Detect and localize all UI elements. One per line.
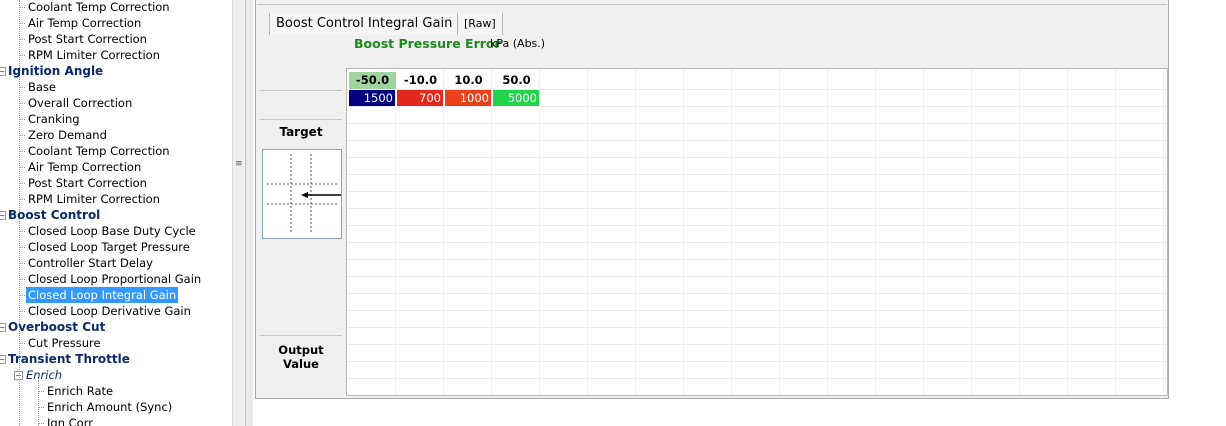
tree-item[interactable]: Closed Loop Derivative Gain <box>26 303 193 319</box>
divider <box>260 335 342 336</box>
grid-row-line <box>347 361 1167 362</box>
tree-item[interactable]: Enrich Amount (Sync) <box>45 399 174 415</box>
grid-col-line <box>1067 69 1068 395</box>
grid-row-line <box>347 327 1167 328</box>
grid-col-line <box>875 69 876 395</box>
grid-col-line <box>1019 69 1020 395</box>
tree-item[interactable]: Base <box>26 79 58 95</box>
column-header[interactable]: 10.0 <box>445 72 492 89</box>
grid-col-line <box>635 69 636 395</box>
mini-graph-plot <box>267 154 341 234</box>
grid-row-line <box>347 157 1167 158</box>
tab-strip: Boost Control Integral Gain [Raw] <box>257 4 1167 35</box>
mini-graph <box>262 149 342 239</box>
grid-row-line <box>347 276 1167 277</box>
tree-item[interactable]: Transient Throttle <box>8 351 130 367</box>
table-side-panel: Target Output Value <box>260 35 344 390</box>
collapse-icon[interactable]: − <box>0 323 6 332</box>
tree-item[interactable]: Ign Corr <box>45 415 95 426</box>
collapse-icon[interactable]: − <box>0 67 6 76</box>
grid-col-line <box>491 69 492 395</box>
grid-col-line <box>1163 69 1164 395</box>
tree-item[interactable]: Overall Correction <box>26 95 134 111</box>
tab-raw[interactable]: [Raw] <box>457 13 503 35</box>
tree-item[interactable]: Closed Loop Base Duty Cycle <box>26 223 198 239</box>
splitter-handle[interactable]: ≡ <box>232 0 246 426</box>
tree-item[interactable]: Air Temp Correction <box>26 15 143 31</box>
tree-item[interactable]: Boost Control <box>8 207 100 223</box>
grid-row-line <box>347 140 1167 141</box>
grid-row-line <box>347 123 1167 124</box>
grid-row-line <box>347 191 1167 192</box>
grid-row-line <box>347 378 1167 379</box>
axis-title: Boost Pressure Error <box>354 36 501 51</box>
divider <box>260 90 342 91</box>
tree-item[interactable]: Post Start Correction <box>26 175 149 191</box>
tree-item[interactable]: Post Start Correction <box>26 31 149 47</box>
column-header[interactable]: -10.0 <box>397 72 444 89</box>
tree-item[interactable]: RPM Limiter Correction <box>26 47 162 63</box>
grid-col-line <box>971 69 972 395</box>
axis-unit: kPa (Abs.) <box>490 37 546 50</box>
grid-row-line <box>347 174 1167 175</box>
grip-icon: ≡ <box>235 159 243 169</box>
tree-item[interactable]: Overboost Cut <box>8 319 105 335</box>
table-cell[interactable]: 1000 <box>445 90 491 106</box>
tree-connector <box>38 380 39 426</box>
grid-row-line <box>347 310 1167 311</box>
grid-row-line <box>347 242 1167 243</box>
table-cell[interactable]: 5000 <box>493 90 539 106</box>
grid-row-line <box>347 293 1167 294</box>
tree-item[interactable]: Controller Start Delay <box>26 255 155 271</box>
grid-col-line <box>587 69 588 395</box>
column-header[interactable]: -50.0 <box>349 72 396 89</box>
column-header[interactable]: 50.0 <box>493 72 540 89</box>
grid-col-line <box>443 69 444 395</box>
grid-col-line <box>923 69 924 395</box>
tree-item[interactable]: Ignition Angle <box>8 63 103 79</box>
grid-row-line <box>347 259 1167 260</box>
collapse-icon[interactable]: − <box>0 211 6 220</box>
tree-item[interactable]: Enrich Rate <box>45 383 115 399</box>
tree-item[interactable]: Zero Demand <box>26 127 109 143</box>
tree-view[interactable]: − − − − − Coolant Temp Correction Air Temp Co… <box>0 0 232 426</box>
tree-item[interactable]: Closed Loop Integral Gain <box>26 287 179 303</box>
table-cell[interactable]: 1500 <box>349 90 395 106</box>
table-grid[interactable]: -50.0 -10.0 10.0 50.0 1500 700 1000 5000 <box>346 68 1168 396</box>
grid-col-line <box>1115 69 1116 395</box>
tree-item[interactable]: Cut Pressure <box>26 335 103 351</box>
grid-row-line <box>347 208 1167 209</box>
grid-row-line <box>347 225 1167 226</box>
grid-row-line <box>347 106 1167 107</box>
tree-item[interactable]: Coolant Temp Correction <box>26 0 172 15</box>
grid-col-line <box>683 69 684 395</box>
tree-item[interactable]: RPM Limiter Correction <box>26 191 162 207</box>
tree-item[interactable]: Cranking <box>26 111 82 127</box>
target-label: Target <box>279 125 323 139</box>
divider <box>260 119 342 120</box>
tree-item[interactable]: Air Temp Correction <box>26 159 143 175</box>
table-cell[interactable]: 700 <box>397 90 443 106</box>
grid-col-line <box>827 69 828 395</box>
tree-item[interactable]: Enrich <box>26 367 62 383</box>
tree-item[interactable]: Closed Loop Proportional Gain <box>26 271 203 287</box>
grid-col-line <box>539 69 540 395</box>
tree-item[interactable]: Closed Loop Target Pressure <box>26 239 192 255</box>
grid-col-line <box>395 69 396 395</box>
tree-item[interactable]: Coolant Temp Correction <box>26 143 172 159</box>
grid-row-line <box>347 344 1167 345</box>
grid-col-line <box>731 69 732 395</box>
tab-table-name[interactable]: Boost Control Integral Gain <box>269 13 460 35</box>
output-value-label: Output Value <box>278 343 324 371</box>
arrow-left-icon <box>301 192 341 198</box>
grid-col-line <box>779 69 780 395</box>
collapse-icon[interactable]: − <box>0 355 6 364</box>
